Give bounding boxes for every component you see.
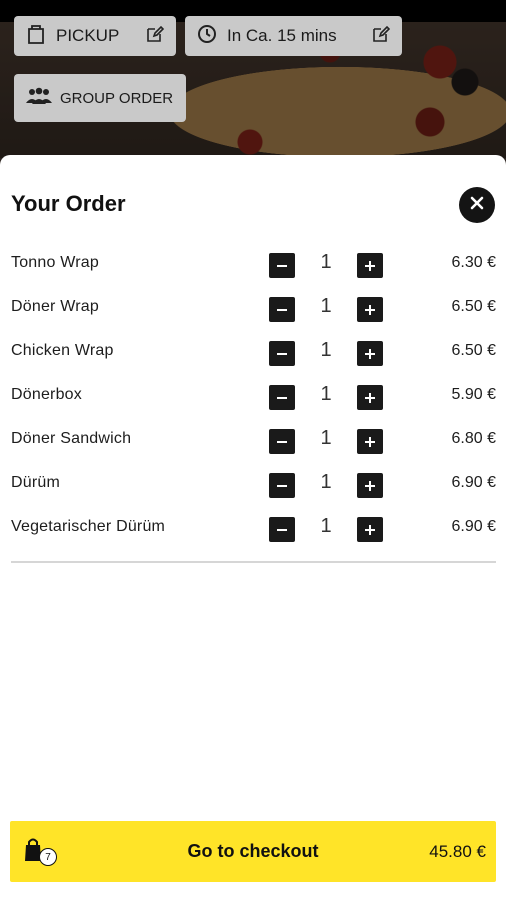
minus-icon [277,528,287,531]
checkout-button[interactable]: 7 Go to checkout 45.80 € [10,821,496,882]
item-price: 6.90 € [451,474,496,491]
order-item: Chicken Wrap 1 6.50 € [0,331,506,375]
order-item: Tonno Wrap 1 6.30 € [0,243,506,287]
decrease-button[interactable] [269,385,295,410]
increase-button[interactable] [357,341,383,366]
item-price: 6.30 € [451,254,496,271]
quantity-value: 1 [320,251,332,273]
item-price: 6.50 € [451,342,496,359]
time-chip[interactable]: In Ca. 15 mins [185,16,402,56]
minus-icon [277,264,287,267]
pickup-label: PICKUP [56,26,120,45]
order-items-list: Tonno Wrap 1 6.30 € Döner Wrap 1 6.50 € … [0,243,506,551]
quantity-value: 1 [320,383,332,405]
increase-button[interactable] [357,517,383,542]
order-item: Dönerbox 1 5.90 € [0,375,506,419]
plus-icon [365,348,375,359]
order-item: Döner Wrap 1 6.50 € [0,287,506,331]
item-name: Dürüm [11,474,61,491]
quantity-value: 1 [320,295,332,317]
order-item: Vegetarischer Dürüm 1 6.90 € [0,507,506,551]
decrease-button[interactable] [269,341,295,366]
clock-icon [197,24,217,49]
quantity-value: 1 [320,339,332,361]
group-icon [24,87,54,109]
minus-icon [277,484,287,487]
minus-icon [277,440,287,443]
edit-icon[interactable] [372,25,391,48]
item-price: 6.50 € [451,298,496,315]
increase-button[interactable] [357,297,383,322]
close-icon [470,196,484,215]
plus-icon [365,304,375,315]
checkout-label: Go to checkout [187,841,319,861]
plus-icon [365,260,375,271]
item-name: Chicken Wrap [11,342,114,359]
item-name: Döner Wrap [11,298,99,315]
pickup-chip[interactable]: PICKUP [14,16,176,56]
order-item: Döner Sandwich 1 6.80 € [0,419,506,463]
minus-icon [277,352,287,355]
minus-icon [277,396,287,399]
group-order-label: GROUP ORDER [60,89,174,107]
plus-icon [365,480,375,491]
decrease-button[interactable] [269,473,295,498]
order-item: Dürüm 1 6.90 € [0,463,506,507]
quantity-value: 1 [320,471,332,493]
quantity-value: 1 [320,427,332,449]
item-name: Tonno Wrap [11,254,99,271]
checkout-total: 45.80 € [429,842,486,861]
decrease-button[interactable] [269,517,295,542]
plus-icon [365,392,375,403]
increase-button[interactable] [357,473,383,498]
plus-icon [365,436,375,447]
item-name: Dönerbox [11,386,82,403]
divider [11,561,496,563]
sheet-title: Your Order [11,191,126,216]
quantity-value: 1 [320,515,332,537]
decrease-button[interactable] [269,253,295,278]
close-button[interactable] [459,187,495,223]
minus-icon [277,308,287,311]
increase-button[interactable] [357,429,383,454]
item-name: Döner Sandwich [11,430,132,447]
time-label: In Ca. 15 mins [227,26,337,45]
edit-icon[interactable] [146,25,165,48]
item-price: 6.80 € [451,430,496,447]
increase-button[interactable] [357,253,383,278]
item-price: 5.90 € [451,386,496,403]
increase-button[interactable] [357,385,383,410]
plus-icon [365,524,375,535]
order-sheet: Your Order Tonno Wrap 1 6.30 € Döner Wra… [0,155,506,900]
decrease-button[interactable] [269,429,295,454]
decrease-button[interactable] [269,297,295,322]
item-name: Vegetarischer Dürüm [11,518,166,535]
group-order-button[interactable]: GROUP ORDER [14,74,186,122]
item-price: 6.90 € [451,518,496,535]
bag-icon [26,23,46,50]
